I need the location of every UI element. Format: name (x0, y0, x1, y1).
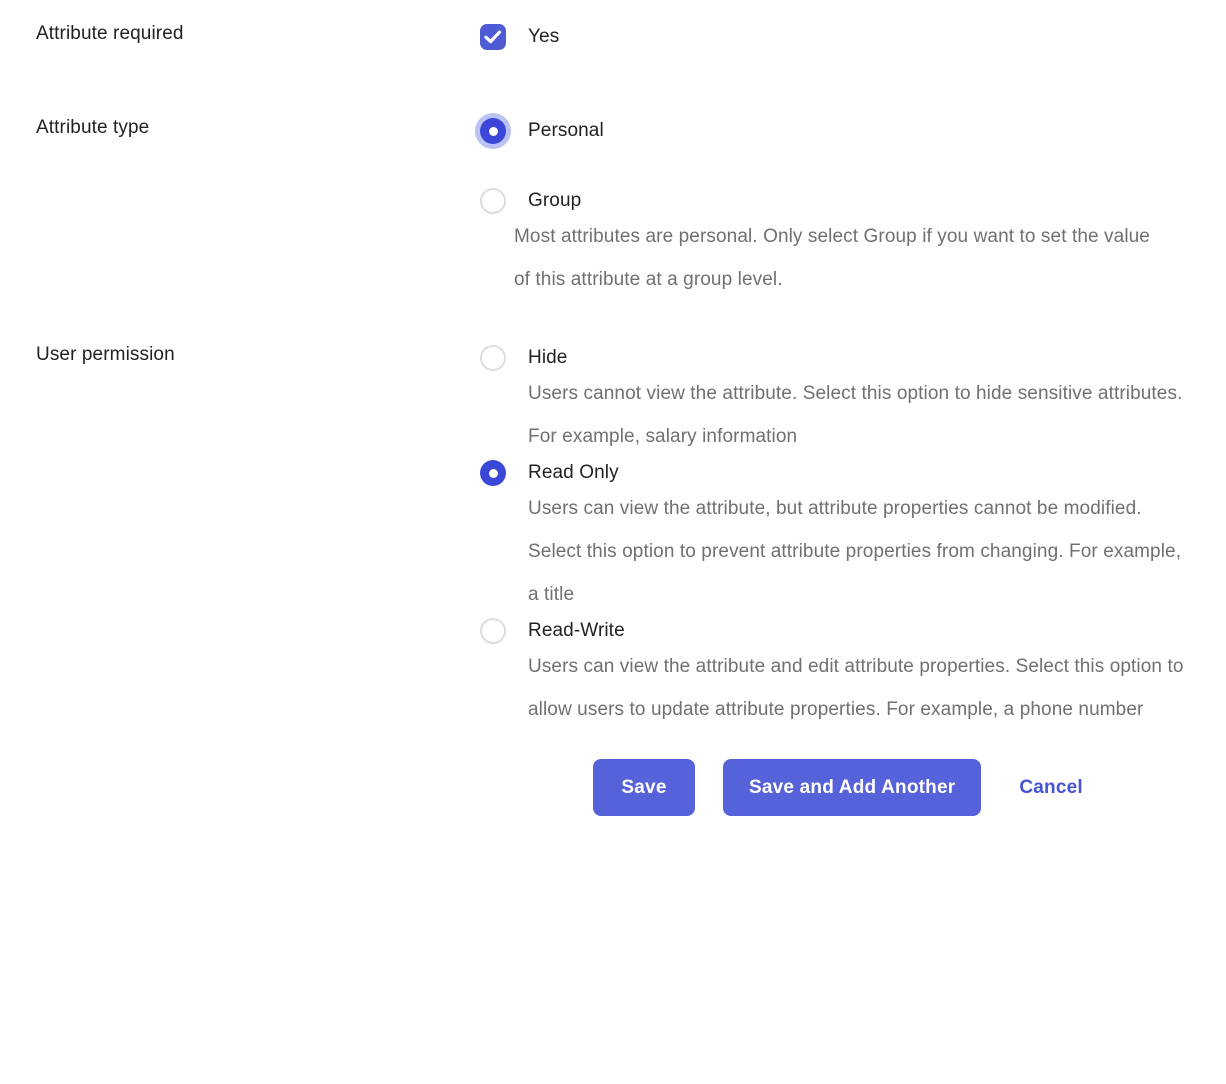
field-control-attribute-required: Yes (480, 22, 1226, 52)
field-row-attribute-type: Attribute type Personal Group Most attri… (0, 116, 1226, 301)
radio-personal[interactable] (480, 118, 506, 144)
radio-mark-cell-personal (480, 116, 514, 146)
check-icon (484, 29, 502, 45)
radio-mark-cell-read-write (480, 616, 514, 646)
radio-description-read-write: Users can view the attribute and edit at… (528, 645, 1196, 731)
field-row-attribute-required: Attribute required Yes (0, 22, 1226, 52)
save-button[interactable]: Save (593, 759, 695, 816)
cancel-button[interactable]: Cancel (1011, 759, 1091, 816)
radio-text-group: Group Most attributes are personal. Only… (514, 186, 1196, 301)
radio-text-read-write: Read-Write Users can view the attribute … (514, 616, 1196, 731)
radio-description-group: Most attributes are personal. Only selec… (514, 215, 1166, 301)
radio-read-write[interactable] (480, 618, 506, 644)
field-label-user-permission: User permission (36, 343, 480, 367)
checkbox-label-yes: Yes (528, 22, 1196, 51)
form-actions: Save Save and Add Another Cancel (0, 759, 1226, 816)
radio-label-group: Group (528, 186, 1196, 215)
radio-text-personal: Personal (514, 116, 1196, 145)
checkbox-text-yes: Yes (514, 22, 1196, 51)
field-control-user-permission: Hide Users cannot view the attribute. Se… (480, 343, 1226, 731)
radio-description-hide: Users cannot view the attribute. Select … (528, 372, 1196, 458)
radio-label-read-only: Read Only (528, 458, 1196, 487)
radio-mark-cell-read-only (480, 458, 514, 488)
radio-text-read-only: Read Only Users can view the attribute, … (514, 458, 1196, 616)
radio-option-read-only[interactable]: Read Only Users can view the attribute, … (480, 458, 1196, 616)
radio-label-read-write: Read-Write (528, 616, 1196, 645)
checkbox-option-yes[interactable]: Yes (480, 22, 1196, 52)
radio-option-read-write[interactable]: Read-Write Users can view the attribute … (480, 616, 1196, 731)
radio-hide[interactable] (480, 345, 506, 371)
field-label-cell-attribute-required: Attribute required (0, 22, 480, 46)
checkbox-mark-cell (480, 22, 514, 52)
radio-mark-cell-group (480, 186, 514, 216)
field-label-attribute-type: Attribute type (36, 116, 480, 140)
radio-description-read-only: Users can view the attribute, but attrib… (528, 487, 1196, 616)
field-label-cell-user-permission: User permission (0, 343, 480, 367)
field-control-attribute-type: Personal Group Most attributes are perso… (480, 116, 1226, 301)
save-and-add-another-button[interactable]: Save and Add Another (723, 759, 981, 816)
radio-read-only[interactable] (480, 460, 506, 486)
field-label-cell-attribute-type: Attribute type (0, 116, 480, 140)
radio-label-hide: Hide (528, 343, 1196, 372)
radio-text-hide: Hide Users cannot view the attribute. Se… (514, 343, 1196, 458)
field-row-user-permission: User permission Hide Users cannot view t… (0, 343, 1226, 731)
checkbox-yes[interactable] (480, 24, 506, 50)
attribute-settings-form: Attribute required Yes Attribute type (0, 0, 1226, 816)
radio-group[interactable] (480, 188, 506, 214)
radio-label-personal: Personal (528, 116, 1196, 145)
radio-option-personal[interactable]: Personal (480, 116, 1196, 146)
radio-option-group[interactable]: Group Most attributes are personal. Only… (480, 186, 1196, 301)
radio-mark-cell-hide (480, 343, 514, 373)
radio-option-hide[interactable]: Hide Users cannot view the attribute. Se… (480, 343, 1196, 458)
field-label-attribute-required: Attribute required (36, 22, 480, 46)
